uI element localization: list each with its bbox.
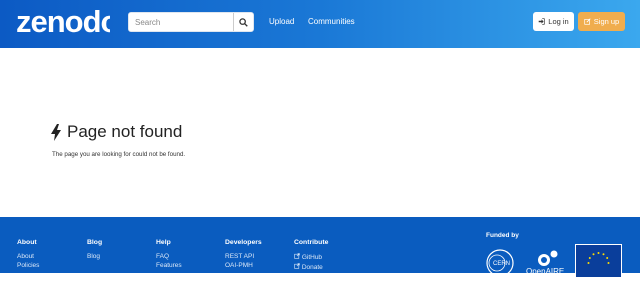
footer-heading: Help [156,239,171,246]
footer-link-rest-api[interactable]: REST API [225,253,262,260]
main-content: Page not found The page you are looking … [0,48,640,217]
eu-stars-icon [587,252,610,264]
sign-in-icon [538,18,545,25]
footer-link-label: GitHub [301,254,323,261]
funded-by-label: Funded by [486,232,519,239]
search-bar [128,12,254,32]
search-input[interactable] [129,13,233,31]
openaire-logo[interactable]: OpenAIRE [524,248,568,276]
footer-link-label: Donate [301,264,323,271]
page-title: Page not found [67,122,183,141]
login-label: Log in [548,17,569,26]
signup-button[interactable]: Sign up [578,12,625,31]
zenodo-logo[interactable]: zenodo [16,4,120,45]
cern-logo-text: CERN [493,261,510,267]
search-button[interactable] [233,13,253,31]
error-message: The page you are looking for could not b… [52,151,186,158]
footer-heading: Contribute [294,239,329,246]
footer-column-developers: Developers REST API OAI-PMH [225,239,262,271]
top-navbar: zenodo Upload Communities Log in Sign up [0,0,640,48]
logo-text: zenodo [16,4,110,39]
footer-link-oai-pmh[interactable]: OAI-PMH [225,262,262,269]
nav-communities-link[interactable]: Communities [308,17,355,26]
bolt-icon [51,123,61,141]
footer-link-policies[interactable]: Policies [17,262,39,269]
footer-link-faq[interactable]: FAQ [156,253,182,260]
footer-heading: Blog [87,239,103,246]
search-icon [239,17,248,27]
footer-column-help: Help FAQ Features [156,239,182,271]
footer-column-blog: Blog Blog [87,239,102,262]
nav-upload-link[interactable]: Upload [269,17,294,26]
external-link-icon [294,263,300,269]
footer: About About Policies Blog Blog Help FAQ … [0,217,640,278]
footer-column-about: About About Policies [17,239,39,271]
footer-heading: Developers [225,239,262,246]
signup-label: Sign up [593,17,620,26]
openaire-logo-text: OpenAIRE [526,267,564,276]
cern-logo[interactable]: CERN [484,247,516,275]
error-heading: Page not found [51,122,182,142]
footer-column-contribute: Contribute GitHub Donate [294,239,328,273]
footer-heading: About [17,239,37,246]
footer-link-features[interactable]: Features [156,262,182,269]
login-button[interactable]: Log in [533,12,574,31]
footer-link-blog[interactable]: Blog [87,253,102,260]
edit-icon [584,18,591,25]
footer-link-github[interactable]: GitHub [294,253,328,261]
footer-link-about[interactable]: About [17,253,39,260]
footer-link-donate[interactable]: Donate [294,263,328,271]
external-link-icon [294,253,300,259]
